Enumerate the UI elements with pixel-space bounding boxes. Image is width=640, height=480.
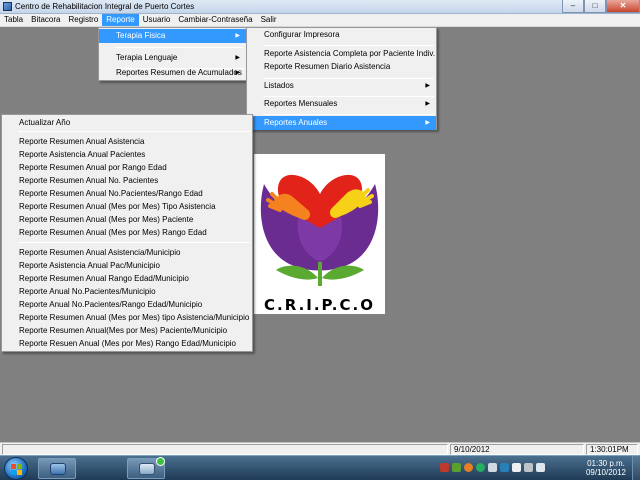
tray-volume-icon[interactable] (536, 463, 545, 472)
clock-date: 09/10/2012 (585, 468, 627, 477)
menu-item-anual[interactable]: Reporte Asistencia Anual Pacientes (2, 148, 252, 162)
taskbar-app-window[interactable] (38, 458, 76, 479)
menu-item-anual-municipio[interactable]: Reporte Asistencia Anual Pac/Municipio (2, 259, 252, 273)
menu-item-listados[interactable]: Listados ▶ (247, 79, 436, 93)
clock-time: 01:30 p.m. (587, 459, 625, 468)
submenu-arrow-icon: ▶ (235, 70, 240, 76)
menu-item-anual[interactable]: Reporte Resumen Anual (Mes por Mes) Paci… (2, 213, 252, 227)
submenu-arrow-icon: ▶ (425, 83, 430, 89)
tray-network-icon[interactable] (488, 463, 497, 472)
reportes-anuales-submenu: Actualizar Año Reporte Resumen Anual Asi… (1, 114, 253, 352)
menu-item-anual-municipio[interactable]: Reporte Resumen Anual(Mes por Mes) Pacie… (2, 324, 252, 338)
menu-item-anual-municipio[interactable]: Reporte Resuen Anual (Mes por Mes) Rango… (2, 337, 252, 351)
menu-item-anual-municipio[interactable]: Reporte Anual No.Pacientes/Municipio (2, 285, 252, 299)
menu-item-reportes-mensuales[interactable]: Reportes Mensuales ▶ (247, 97, 436, 111)
green-check-badge-icon (156, 457, 165, 466)
status-empty (2, 444, 448, 455)
menu-item-anual-municipio[interactable]: Reporte Resumen Anual Asistencia/Municip… (2, 246, 252, 260)
menu-item-anual[interactable]: Reporte Resumen Anual (Mes por Mes) Rang… (2, 226, 252, 240)
menu-item-label: Reportes Anuales (264, 118, 328, 127)
menu-item-configurar-impresora[interactable]: Configurar Impresora (247, 28, 436, 42)
menu-item-anual[interactable]: Reporte Resumen Anual (Mes por Mes) Tipo… (2, 200, 252, 214)
submenu-arrow-icon: ▶ (425, 101, 430, 107)
terapia-fisica-submenu: Configurar Impresora Reporte Asistencia … (246, 27, 437, 130)
menu-item-resumen-diario[interactable]: Reporte Resumen Diario Asistencia (247, 60, 436, 74)
tray-nvidia-icon[interactable] (452, 463, 461, 472)
window-title: Centro de Rehabilitacion Integral de Pue… (15, 2, 195, 11)
menu-separator (18, 131, 250, 132)
menu-item-terapia-fisica[interactable]: Terapia Fisica ▶ (99, 29, 246, 43)
system-tray (440, 460, 545, 476)
menu-item-anual[interactable]: Reporte Resumen Anual No.Pacientes/Rango… (2, 187, 252, 201)
menu-item-anual-municipio[interactable]: Reporte Anual No.Pacientes/Rango Edad/Mu… (2, 298, 252, 312)
menubar: Tabla Bitacora Registro Reporte Usuario … (0, 14, 640, 27)
menu-salir[interactable]: Salir (257, 14, 281, 26)
menu-reporte[interactable]: Reporte (102, 14, 139, 26)
menu-tabla[interactable]: Tabla (0, 14, 27, 26)
show-desktop-button[interactable] (632, 456, 640, 480)
menu-item-reportes-resumen-acumulados[interactable]: Reportes Resumen de Acumulados ▶ (99, 66, 246, 80)
minimize-button[interactable]: – (562, 0, 584, 13)
cripco-logo: C.R.I.P.C.O (254, 154, 385, 314)
logo-text: C.R.I.P.C.O (264, 296, 375, 314)
reporte-dropdown: Terapia Fisica ▶ Terapia Lenguaje ▶ Repo… (98, 27, 247, 81)
taskbar-clock[interactable]: 01:30 p.m. 09/10/2012 (583, 459, 629, 477)
status-time: 1:30:01PM (586, 444, 638, 455)
tray-update-icon[interactable] (500, 463, 509, 472)
menu-separator (18, 242, 250, 243)
menu-separator (263, 45, 434, 46)
flower-logo-icon (260, 174, 379, 286)
menu-item-anual[interactable]: Reporte Resumen Anual No. Pacientes (2, 174, 252, 188)
menu-item-anual-municipio[interactable]: Reporte Resumen Anual Rango Edad/Municip… (2, 272, 252, 286)
menu-item-label: Terapia Fisica (116, 31, 166, 40)
app-window-icon (50, 463, 66, 475)
menu-item-reportes-anuales[interactable]: Reportes Anuales ▶ (247, 116, 436, 130)
submenu-arrow-icon: ▶ (235, 33, 240, 39)
close-button[interactable]: ✕ (606, 0, 640, 13)
menu-separator (263, 114, 434, 115)
window-controls: – □ ✕ (562, 0, 640, 13)
menu-item-anual[interactable]: Reporte Resumen Anual Asistencia (2, 135, 252, 149)
submenu-arrow-icon: ▶ (425, 120, 430, 126)
menu-bitacora[interactable]: Bitacora (27, 14, 64, 26)
remote-desktop-icon (139, 463, 155, 475)
taskbar-remote-desktop[interactable] (127, 457, 165, 479)
window-titlebar[interactable]: Centro de Rehabilitacion Integral de Pue… (0, 0, 640, 14)
tray-antivirus-icon[interactable] (440, 463, 449, 472)
menu-separator (115, 47, 244, 48)
tray-flag-icon[interactable] (512, 463, 521, 472)
menu-item-label: Terapia Lenguaje (116, 53, 178, 62)
tray-orange-icon[interactable] (464, 463, 473, 472)
tray-shield-icon[interactable] (476, 463, 485, 472)
statusbar: 9/10/2012 1:30:01PM (0, 442, 640, 455)
menu-registro[interactable]: Registro (64, 14, 102, 26)
menu-item-terapia-lenguaje[interactable]: Terapia Lenguaje ▶ (99, 51, 246, 65)
status-date: 9/10/2012 (450, 444, 584, 455)
menu-item-anual[interactable]: Reporte Resumen Anual por Rango Edad (2, 161, 252, 175)
menu-cambiar-contrasena[interactable]: Cambiar-Contraseña (174, 14, 256, 26)
menu-item-label: Reportes Resumen de Acumulados (116, 68, 242, 77)
start-orb-icon[interactable] (4, 457, 28, 480)
menu-item-asistencia-completa[interactable]: Reporte Asistencia Completa por Paciente… (247, 47, 436, 61)
app-icon (3, 2, 12, 11)
menu-item-actualizar-ano[interactable]: Actualizar Año (2, 116, 252, 130)
taskbar: 01:30 p.m. 09/10/2012 (0, 455, 640, 480)
tray-signal-icon[interactable] (524, 463, 533, 472)
maximize-button[interactable]: □ (584, 0, 606, 13)
menu-item-anual-municipio[interactable]: Reporte Resumen Anual (Mes por Mes) tipo… (2, 311, 252, 325)
menu-item-label: Listados (264, 81, 294, 90)
windows-flag-icon (11, 464, 22, 475)
menu-item-label: Reportes Mensuales (264, 99, 338, 108)
submenu-arrow-icon: ▶ (235, 55, 240, 61)
menu-usuario[interactable]: Usuario (139, 14, 175, 26)
